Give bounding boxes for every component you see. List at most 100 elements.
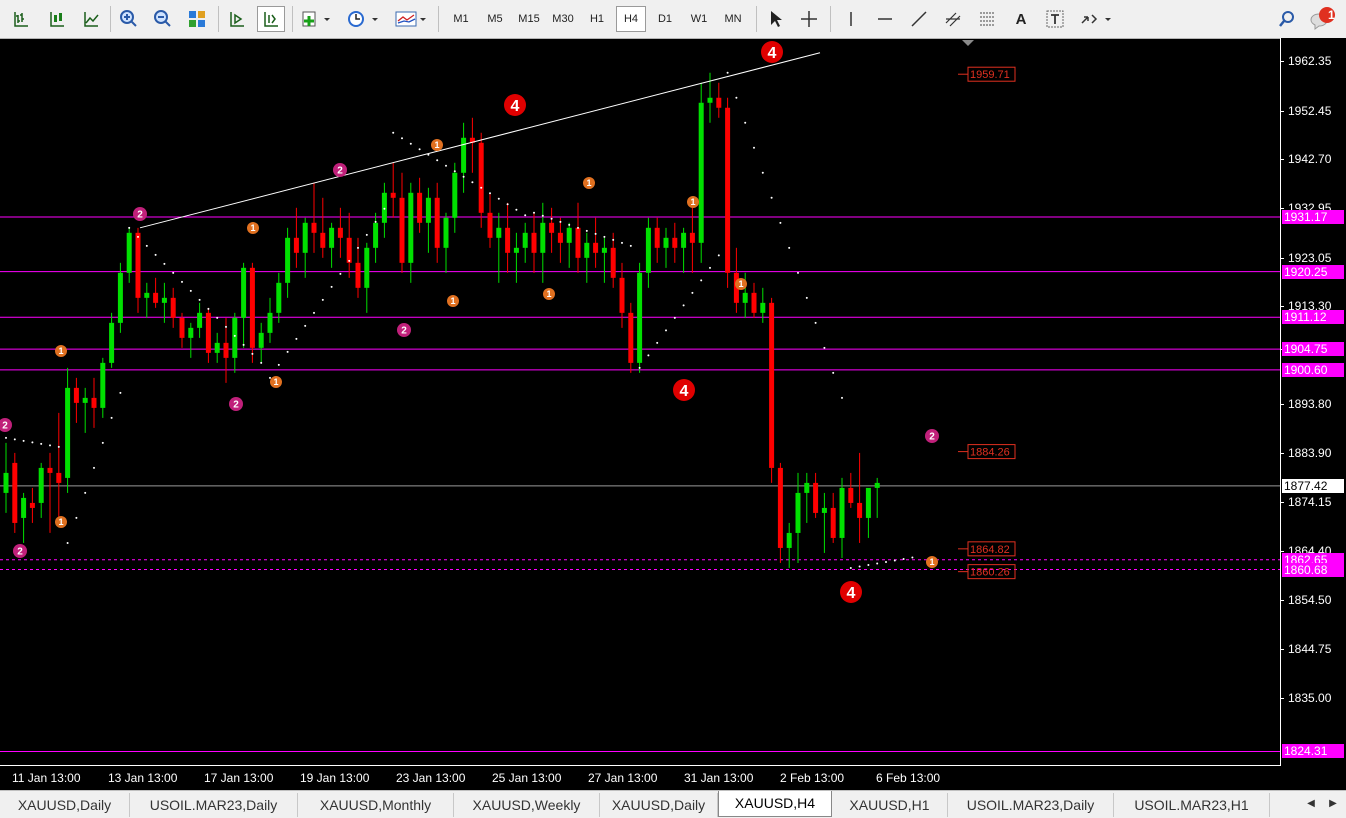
bull-candle-body [681, 232, 687, 248]
zoom-out-icon[interactable] [150, 6, 176, 32]
tab-scroll-left-icon[interactable]: ◀ [1304, 797, 1318, 811]
timeframe-m1-button[interactable]: M1 [446, 6, 476, 32]
timeframe-d1-button[interactable]: D1 [650, 6, 680, 32]
chart-tab-2[interactable]: USOIL.MAR23,Daily [130, 793, 298, 817]
indicators-dropdown-icon[interactable] [298, 6, 334, 32]
sar-dot [497, 197, 500, 200]
chart-tab-4[interactable]: XAUUSD,Weekly [454, 793, 600, 817]
trendline-icon[interactable] [906, 6, 932, 32]
templates-icon[interactable] [392, 6, 430, 32]
bear-candle-body [56, 472, 62, 483]
price-tick-label: 1844.75 [1288, 642, 1332, 657]
bear-candle-body [355, 262, 361, 288]
bear-candle-body [205, 312, 211, 353]
timeframe-mn-button[interactable]: MN [718, 6, 748, 32]
tab-scroll-right-icon[interactable]: ▶ [1326, 797, 1340, 811]
sar-dot [93, 466, 95, 469]
candlestick-icon[interactable] [44, 6, 70, 32]
bull-candle-body [786, 532, 792, 548]
sar-dot [797, 271, 799, 274]
bear-candle-body [689, 232, 695, 243]
bear-candle-body [857, 502, 863, 518]
timeframe-m30-button[interactable]: M30 [548, 6, 578, 32]
sar-dot [585, 229, 588, 232]
bear-candle-body [29, 502, 35, 508]
sar-dot [911, 556, 914, 559]
sar-dot [594, 232, 597, 235]
periods-clock-icon[interactable] [344, 6, 382, 32]
bear-candle-body [813, 482, 819, 513]
search-icon[interactable] [1274, 6, 1300, 32]
timeframe-h4-button[interactable]: H4 [616, 6, 646, 32]
chart-tab-8[interactable]: USOIL.MAR23,Daily [948, 793, 1114, 817]
chart-tab-5[interactable]: XAUUSD,Daily [600, 793, 718, 817]
chart-tab-7[interactable]: XAUUSD,H1 [832, 793, 948, 817]
time-axis-label: 11 Jan 13:00 [12, 771, 81, 785]
sar-dot [128, 226, 131, 229]
fibonacci-icon[interactable] [974, 6, 1000, 32]
sar-dot [647, 354, 650, 357]
bear-candle-body [531, 232, 537, 253]
sar-dot [313, 311, 315, 314]
bar-chart-icon[interactable] [8, 6, 34, 32]
chart-shift-icon[interactable] [224, 6, 250, 32]
timeframe-h1-button[interactable]: H1 [582, 6, 612, 32]
bear-candle-body [654, 227, 660, 248]
sar-dot [471, 181, 474, 184]
sar-dot [110, 416, 113, 419]
zoom-in-icon[interactable] [116, 6, 142, 32]
sar-dot [409, 142, 412, 145]
sar-dot [163, 262, 166, 265]
chart-tab-3[interactable]: XAUUSD,Monthly [298, 793, 454, 817]
chart-tab-6[interactable]: XAUUSD,H4 [718, 791, 832, 817]
bull-candle-body [109, 322, 115, 363]
chart-tab-9[interactable]: USOIL.MAR23,H1 [1114, 793, 1270, 817]
cursor-arrow-icon[interactable] [762, 6, 788, 32]
timeframe-m15-button[interactable]: M15 [514, 6, 544, 32]
arrows-dropdown-icon[interactable] [1076, 6, 1116, 32]
bull-candle-body [461, 137, 467, 173]
level-price-label: 1904.75 [1282, 342, 1344, 357]
sar-dot [181, 280, 183, 283]
bear-candle-body [628, 312, 634, 363]
autoscroll-icon[interactable] [257, 6, 285, 32]
timeframe-m5-button[interactable]: M5 [480, 6, 510, 32]
equidistant-channel-icon[interactable] [940, 6, 966, 32]
wave-label-text: 1 [273, 377, 278, 387]
alerts-icon[interactable]: 1 [1306, 6, 1340, 32]
bear-candle-body [390, 192, 396, 198]
chart-tab-1[interactable]: XAUUSD,Daily [0, 793, 130, 817]
bear-candle-body [434, 197, 440, 248]
level-price-label: 1824.31 [1282, 744, 1344, 759]
timeframe-w1-button[interactable]: W1 [684, 6, 714, 32]
sar-dot [673, 316, 676, 319]
bull-candle-body [637, 272, 643, 363]
sar-dot [603, 235, 606, 238]
sar-dot [339, 272, 342, 275]
horizontal-line-icon[interactable] [872, 6, 898, 32]
bull-candle-body [698, 102, 704, 243]
bear-candle-body [337, 227, 343, 238]
bull-candle-body [267, 312, 273, 333]
line-chart-icon[interactable] [78, 6, 104, 32]
bear-candle-body [223, 342, 229, 358]
sar-dot [841, 396, 843, 399]
tile-windows-icon[interactable] [184, 6, 210, 32]
crosshair-icon[interactable] [796, 6, 822, 32]
bear-candle-body [311, 222, 317, 233]
vertical-line-icon[interactable] [838, 6, 864, 32]
bear-candle-body [399, 197, 405, 263]
bull-candle-body [443, 217, 449, 248]
sar-dot [172, 271, 175, 274]
bull-candle-body [496, 227, 502, 238]
price-tick-label: 1952.45 [1288, 103, 1332, 118]
sar-dot [506, 203, 509, 206]
text-label-icon[interactable] [1042, 6, 1068, 32]
price-tick-label: 1942.70 [1288, 152, 1332, 167]
price-chart[interactable]: 4 4 4 4 2 2 2 2 2 2 2 1 1 1 1 1 1 1 1 1 1 1 1959.71 1884.26 1864… [0, 38, 1280, 765]
bull-candle-body [804, 482, 810, 493]
bear-candle-body [848, 487, 854, 503]
bear-candle-body [135, 232, 141, 298]
sar-dot [753, 146, 755, 149]
text-tool-icon[interactable]: A [1008, 6, 1034, 32]
